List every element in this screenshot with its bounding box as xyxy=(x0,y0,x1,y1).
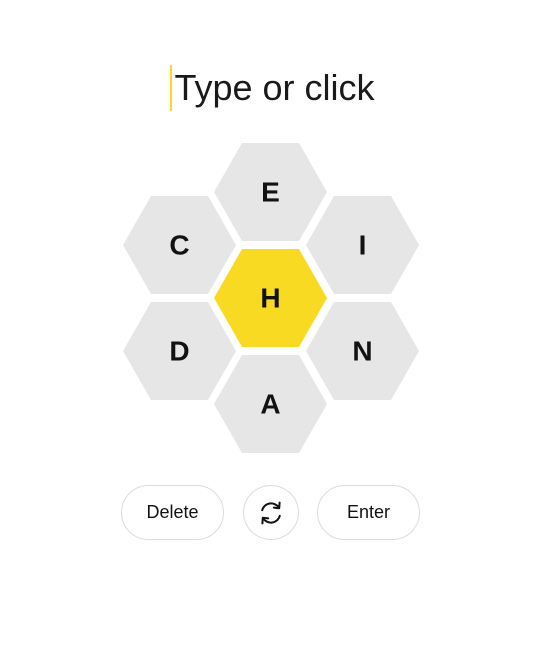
hive-cell-upper-right[interactable]: I xyxy=(306,196,419,294)
hive-cell-top[interactable]: E xyxy=(214,143,327,241)
delete-button[interactable]: Delete xyxy=(121,485,224,540)
hive-letter-lower-right: N xyxy=(352,336,372,367)
hive-cell-bottom[interactable]: A xyxy=(214,355,327,453)
enter-button[interactable]: Enter xyxy=(317,485,420,540)
delete-button-label: Delete xyxy=(146,502,199,522)
enter-button-label: Enter xyxy=(346,502,391,522)
hive-svg: E C I H D N A xyxy=(123,143,419,453)
spelling-bee-board: Type or click E C I H D N A Delete Enter xyxy=(0,0,547,651)
hive-letter-upper-left: C xyxy=(169,230,189,261)
hive-cell-upper-left[interactable]: C xyxy=(123,196,236,294)
hive-letter-upper-right: I xyxy=(359,230,367,261)
hive-letter-bottom: A xyxy=(260,389,280,420)
hive-letter-top: E xyxy=(261,177,280,208)
hive-cell-center[interactable]: H xyxy=(214,249,327,347)
hive-letter-lower-left: D xyxy=(169,336,189,367)
shuffle-button[interactable] xyxy=(243,485,299,540)
hive-cell-lower-right[interactable]: N xyxy=(306,302,419,400)
hive-letter-center: H xyxy=(260,283,280,314)
shuffle-icon xyxy=(256,498,286,528)
hive: E C I H D N A xyxy=(0,0,547,470)
controls-bar: Delete Enter xyxy=(0,485,547,542)
hive-cell-lower-left[interactable]: D xyxy=(123,302,236,400)
